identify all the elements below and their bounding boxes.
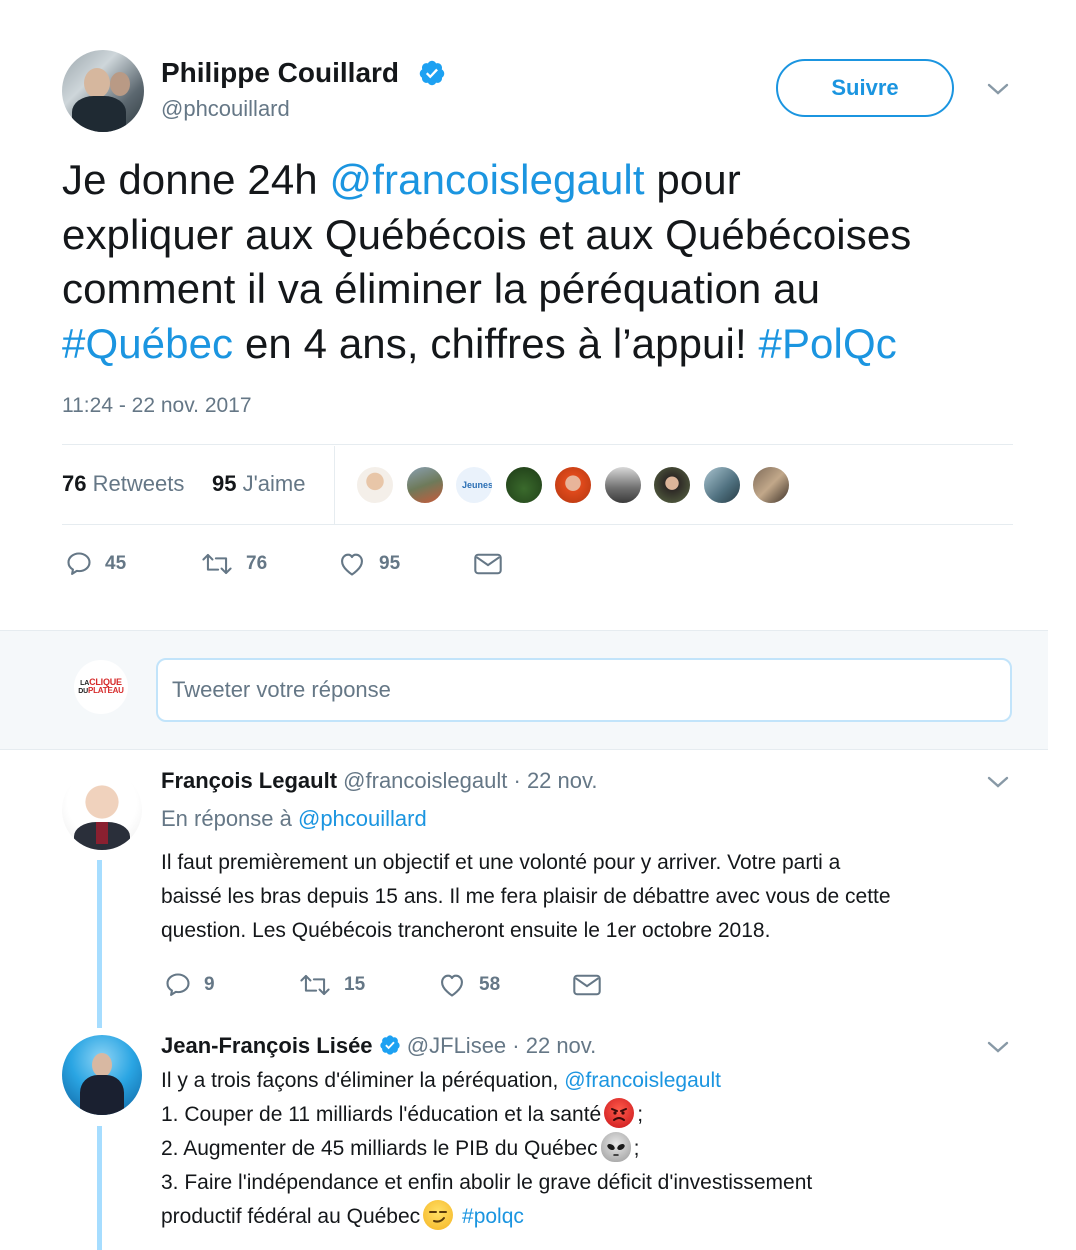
current-user-avatar[interactable]: LACLIQUE DUPLATEAU	[74, 660, 128, 714]
liker-avatar[interactable]	[355, 465, 395, 505]
mention-link[interactable]: @phcouillard	[298, 806, 427, 831]
liker-avatar[interactable]	[553, 465, 593, 505]
retweet-icon	[202, 553, 232, 575]
reply-text-part: 2. Augmenter de 45 milliards le PIB du Q…	[161, 1137, 598, 1160]
envelope-icon	[573, 974, 601, 996]
thread-line	[97, 1126, 102, 1250]
likes-label: J'aime	[242, 471, 306, 496]
liker-avatar[interactable]: Jeunes	[454, 465, 494, 505]
reply-action[interactable]: 9	[164, 971, 215, 999]
tweet-text-part: pour	[644, 156, 741, 203]
tweet-text-line: comment il va éliminer la péréquation au	[62, 265, 821, 312]
follow-button[interactable]: Suivre	[776, 59, 954, 117]
tweet-text-part: Je donne 24h	[62, 156, 330, 203]
logo-text: PLATEAU	[87, 685, 124, 695]
reply-date[interactable]: · 22 nov.	[512, 1033, 596, 1058]
divider	[62, 524, 1013, 525]
envelope-icon	[474, 553, 502, 575]
reply-count: 9	[204, 974, 215, 995]
mention-link[interactable]: @francoislegault	[330, 156, 645, 203]
angry-face-emoji	[604, 1098, 635, 1129]
message-action[interactable]	[572, 972, 614, 998]
like-count: 58	[479, 974, 501, 995]
reply-text-part: Il y a trois façons d'éliminer la péréqu…	[161, 1069, 565, 1092]
liker-avatar[interactable]	[405, 465, 445, 505]
liker-avatar[interactable]	[652, 465, 692, 505]
verified-badge-icon	[379, 1034, 401, 1062]
tweet-text: Je donne 24h @francoislegault pour expli…	[62, 153, 1042, 371]
liker-avatar[interactable]	[504, 465, 544, 505]
liker-avatar[interactable]	[751, 465, 791, 505]
reply-input[interactable]: Tweeter votre réponse	[156, 658, 1012, 722]
stats-separator	[334, 446, 335, 524]
reply-text-line: question. Les Québécois trancheront ensu…	[161, 919, 771, 942]
reply-text: Il y a trois façons d'éliminer la péréqu…	[161, 1064, 812, 1234]
thread-line	[97, 860, 102, 1028]
heart-icon	[441, 974, 463, 997]
verified-badge-icon	[418, 59, 446, 92]
retweets-label: Retweets	[92, 471, 185, 496]
reply-text-line: baissé les bras depuis 15 ans. Il me fer…	[161, 885, 891, 908]
reply-count: 45	[105, 553, 127, 574]
like-count: 95	[379, 553, 401, 574]
author-name[interactable]: Philippe Couillard	[161, 57, 399, 89]
author-handle[interactable]: @phcouillard	[161, 96, 290, 122]
reply-text-part: ;	[633, 1137, 640, 1160]
retweet-icon	[300, 974, 330, 996]
in-reply-to: En réponse à @phcouillard	[161, 806, 427, 832]
avatar-philippe-couillard[interactable]	[62, 50, 144, 132]
likes-stat[interactable]: 95 J'aime	[212, 471, 306, 497]
reply-text-part: ;	[637, 1103, 644, 1126]
retweets-stat[interactable]: 76 Retweets	[62, 471, 184, 497]
like-action[interactable]: 95	[337, 550, 400, 578]
chevron-down-icon[interactable]	[986, 79, 1010, 104]
reply-action[interactable]: 45	[65, 550, 126, 578]
divider	[62, 444, 1013, 445]
avatar-jean-francois-lisee[interactable]	[62, 1035, 142, 1115]
hashtag-link[interactable]: #PolQc	[758, 320, 896, 367]
tweet-text-line: expliquer aux Québécois et aux Québécois…	[62, 210, 912, 258]
reply-box-section: LACLIQUE DUPLATEAU Tweeter votre réponse	[0, 630, 1048, 750]
reply-text: Il faut premièrement un objectif et une …	[161, 846, 891, 948]
reply-author-name[interactable]: Jean-François Lisée	[161, 1033, 373, 1058]
retweet-action[interactable]: 15	[298, 971, 365, 999]
reply-text-line: 3. Faire l'indépendance et enfin abolir …	[161, 1171, 813, 1194]
hashtag-link[interactable]: #Québec	[62, 320, 233, 367]
tweet-timestamp[interactable]: 11:24 - 22 nov. 2017	[62, 394, 252, 418]
liker-avatar[interactable]	[603, 465, 643, 505]
reply-input-placeholder: Tweeter votre réponse	[172, 677, 391, 702]
message-action[interactable]	[473, 551, 515, 577]
reply-text-part: productif fédéral au Québec	[161, 1205, 421, 1228]
retweets-count: 76	[62, 471, 87, 496]
tweet-text-part: en 4 ans, chiffres à l’appui!	[233, 319, 759, 367]
in-reply-prefix: En réponse à	[161, 806, 298, 831]
avatar-francois-legault[interactable]	[62, 770, 142, 850]
retweet-count: 15	[344, 974, 366, 995]
reply-header: Jean-François Lisée @JFLisee · 22 nov.	[161, 1033, 596, 1062]
reply-author-handle[interactable]: @francoislegault	[343, 768, 507, 793]
chevron-down-icon[interactable]	[986, 772, 1010, 797]
hashtag-link[interactable]: #polqc	[462, 1205, 524, 1228]
chevron-down-icon[interactable]	[986, 1037, 1010, 1062]
reply-author-name[interactable]: François Legault	[161, 768, 337, 793]
reply-icon	[166, 973, 190, 996]
likes-count: 95	[212, 471, 237, 496]
reply-author-handle[interactable]: @JFLisee	[407, 1033, 506, 1058]
like-action[interactable]: 58	[437, 971, 500, 999]
logo-text: DU	[78, 687, 88, 695]
smirk-emoji	[423, 1200, 454, 1231]
alien-emoji	[600, 1132, 631, 1163]
reply-text-part: 1. Couper de 11 milliards l'éducation et…	[161, 1103, 602, 1126]
heart-icon	[341, 553, 363, 576]
liker-avatar[interactable]	[702, 465, 742, 505]
reply-icon	[67, 552, 91, 575]
reply-date[interactable]: · 22 nov.	[514, 768, 598, 793]
mention-link[interactable]: @francoislegault	[564, 1069, 721, 1092]
reply-text-line: Il faut premièrement un objectif et une …	[161, 851, 841, 874]
retweet-count: 76	[246, 553, 268, 574]
retweet-action[interactable]: 76	[200, 550, 267, 578]
reply-header: François Legault @francoislegault · 22 n…	[161, 768, 597, 794]
